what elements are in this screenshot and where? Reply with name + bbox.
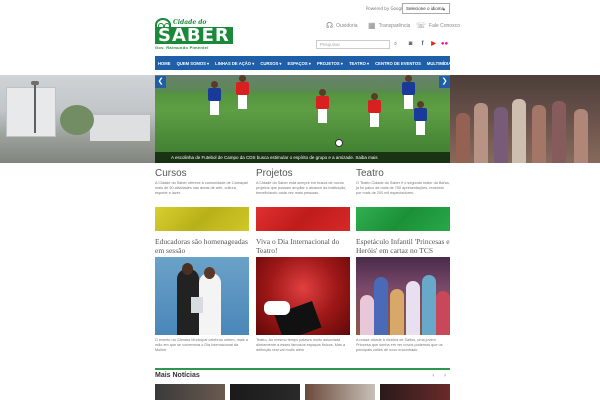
header-link-fale-conosco[interactable]: ☏ Fale Conosco [416,21,460,30]
article-card[interactable]: Viva o Dia Internacional do Teatro! Teat… [256,237,350,353]
site-logo[interactable]: Cidade do SABER Gov. Raimundo Pimentel [155,18,233,50]
slider-next-button[interactable]: ❯ [439,76,450,88]
nav-item-projetos[interactable]: PROJETOS [317,61,343,66]
nav-item-teatro[interactable]: TEATRO [349,61,369,66]
chart-icon: ▦ [368,21,376,30]
more-news-thumbnail[interactable] [155,384,225,400]
more-news-section: Mais Notícias ‹ › [155,368,450,379]
headset-icon: ☊ [326,21,334,30]
category-banner[interactable] [356,207,450,231]
chevron-down-icon: ▼ [442,7,446,12]
header-link-label: Fale Conosco [429,22,460,29]
slider-main-image[interactable]: A escolinha de Futebol de Campo da CDS b… [155,75,450,163]
more-news-thumbnail[interactable] [230,384,300,400]
youtube-icon[interactable]: ▶ [429,40,438,49]
article-image[interactable] [356,257,450,335]
category-title[interactable]: Cursos [155,168,249,179]
category-projetos[interactable]: Projetos A Cidade do Saber está sempre e… [256,168,350,231]
nav-item-espacos[interactable]: ESPAÇOS [288,61,311,66]
hero-slider: A escolinha de Futebol de Campo da CDS b… [0,75,600,163]
logo-big-text: SABER [155,27,233,45]
article-description: A nossa cidade à história de Saltos, uma… [356,338,443,352]
top-bar: Powered by Google Tradutor Selecione o i… [0,3,600,15]
nav-item-cursos[interactable]: CURSOS [260,61,281,66]
article-card[interactable]: Espetáculo Infantil 'Princesas e Heróis'… [356,237,450,353]
flickr-icon[interactable]: ●● [440,40,449,49]
article-description: Teatro. Ao mesmo tempo palavra muito ass… [256,338,346,352]
category-cursos[interactable]: Cursos A Cidade do Saber oferece à comun… [155,168,249,231]
nav-item-multimidia[interactable]: MULTIMÍDIA [427,61,454,66]
slider-prev-button[interactable]: ❮ [155,76,166,88]
slider-next-image [450,75,600,163]
category-title[interactable]: Projetos [256,168,350,179]
header-link-label: Ouvidoria [336,22,358,29]
category-banner[interactable] [155,207,249,231]
nav-item-home[interactable]: HOME [158,61,171,66]
language-select-value: Selecione o idioma [406,6,445,11]
article-description: O evento na Câmara Municipal celebrou on… [155,338,248,352]
more-news-thumbnail[interactable] [305,384,375,400]
nav-item-centro-de-eventos[interactable]: CENTRO DE EVENTOS [375,61,421,66]
category-title[interactable]: Teatro [356,168,450,179]
logo-sub-text: Gov. Raimundo Pimentel [155,45,209,50]
facebook-icon[interactable]: f [418,40,427,49]
slider-prev-image [0,75,155,163]
nav-item-noticias[interactable]: NOTÍCIAS [460,61,483,66]
article-title[interactable]: Espetáculo Infantil 'Princesas e Heróis'… [356,237,450,257]
category-teatro[interactable]: Teatro O Teatro Cidade do Saber é o segu… [356,168,450,231]
article-image[interactable] [155,257,249,335]
search-icon[interactable]: ⌕ [391,40,400,49]
slider-caption[interactable]: A escolinha de Futebol de Campo da CDS b… [155,152,450,163]
main-nav: HOME QUEM SOMOS LINHAS DE AÇÃO CURSOS ES… [155,56,508,70]
nav-item-agenda[interactable]: AGENDA [490,61,508,66]
category-description: A Cidade do Saber está sempre em busca d… [256,181,347,195]
language-select[interactable]: Selecione o idioma ▼ [402,3,450,14]
category-banner[interactable] [256,207,350,231]
article-title[interactable]: Viva o Dia Internacional do Teatro! [256,237,350,257]
category-description: O Teatro Cidade do Saber é o segundo mai… [356,181,450,195]
header-link-ouvidoria[interactable]: ☊ Ouvidoria [326,21,358,30]
more-news-title: Mais Notícias [155,372,200,379]
nav-item-quem-somos[interactable]: QUEM SOMOS [177,61,210,66]
more-news-nav[interactable]: ‹ › [432,373,450,379]
category-description: A Cidade do Saber oferece à comunidade d… [155,181,249,195]
more-news-thumbnail[interactable] [380,384,450,400]
instagram-icon[interactable]: ◙ [406,40,415,49]
article-card[interactable]: Educadoras são homenageadas em sessão O … [155,237,249,353]
phone-icon: ☏ [416,21,427,30]
header-link-label: Transparência [378,22,411,29]
article-title[interactable]: Educadoras são homenageadas em sessão [155,237,249,257]
search-input[interactable]: Pesquisar [316,40,390,49]
nav-item-linhas-de-acao[interactable]: LINHAS DE AÇÃO [215,61,254,66]
header-link-transparencia[interactable]: ▦ Transparência [368,21,410,30]
article-image[interactable] [256,257,350,335]
